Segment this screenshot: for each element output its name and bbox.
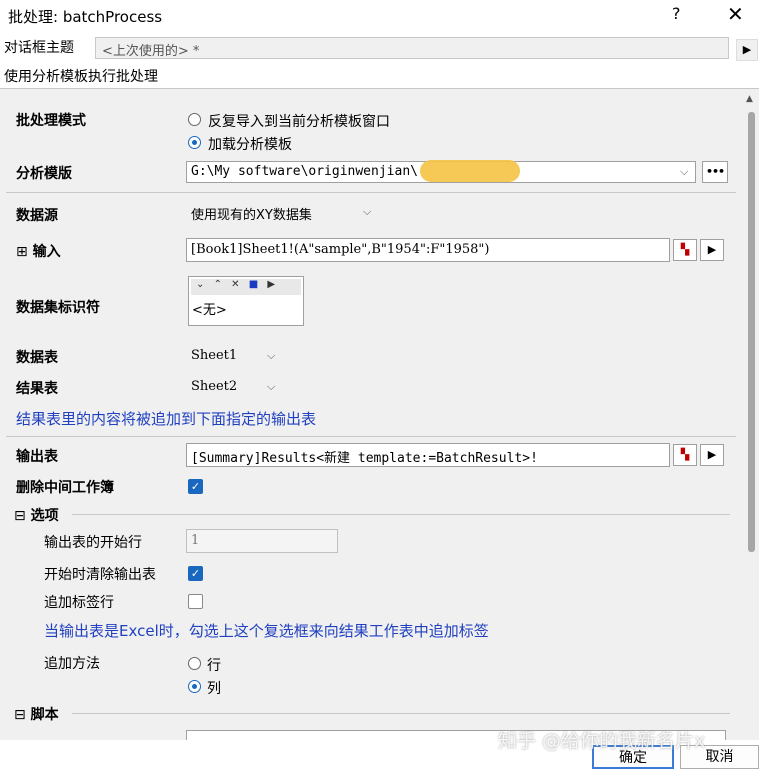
browse-button[interactable]: ••• [702,161,728,183]
script-section-header[interactable]: ⊟ 脚本 [14,704,59,724]
help-button[interactable]: ? [672,4,681,23]
divider [6,436,736,437]
move-up-icon[interactable]: ⌃ [214,279,222,290]
expand-icon[interactable]: ⊞ [16,244,28,260]
input-label-text: 输入 [32,244,61,260]
close-icon[interactable]: ✕ [727,2,744,26]
identifier-listbox[interactable]: ⌄ ⌃ ✕ ■ ▶ <无> [188,276,304,326]
watermark: 知乎 @给你的我新名片x [498,730,706,752]
theme-label: 对话框主题 [4,40,74,56]
input-label: ⊞ 输入 [16,241,61,261]
clear-output-checkbox[interactable]: ✓ [188,566,203,581]
append-label-row-checkbox[interactable] [188,594,203,609]
append-method-radio-column[interactable] [188,680,201,693]
append-method-row: 行 [207,658,221,674]
delete-books-label: 删除中间工作簿 [16,480,114,496]
options-label: 选项 [30,508,59,524]
resultsheet-value: Sheet2 [191,379,238,394]
output-sheet-field[interactable]: [Summary]Results<新建 template:=BatchResul… [186,443,670,467]
collapse-icon[interactable]: ⊟ [14,707,26,723]
datasheet-label: 数据表 [16,350,58,366]
move-down-icon[interactable]: ⌄ [196,279,204,290]
redaction-mark [420,160,520,182]
divider [6,192,736,193]
menu-arrow-icon[interactable]: ▶ [700,444,724,466]
input-range-field[interactable]: [Book1]Sheet1!(A"sample",B"1954":F"1958"… [186,238,670,262]
delete-icon[interactable]: ✕ [231,279,239,290]
scroll-up-icon[interactable]: ▲ [746,94,753,104]
template-path-text: G:\My software\originwenjian\ [191,164,418,179]
resultsheet-label: 结果表 [16,381,58,397]
template-label: 分析模版 [16,166,72,182]
mode-radio-load-template[interactable] [188,136,201,149]
append-label-row-label: 追加标签行 [44,595,114,611]
identifier-label: 数据集标识符 [16,300,100,316]
start-row-label: 输出表的开始行 [44,535,142,551]
scrollbar-thumb[interactable] [748,112,755,552]
datasource-value: 使用现有的XY数据集 [191,208,312,223]
datasource-label: 数据源 [16,208,58,224]
mode-option-reimport: 反复导入到当前分析模板窗口 [208,114,390,130]
window-title: 批处理: batchProcess [8,8,163,26]
datasheet-select[interactable]: Sheet1 ⌵ [186,345,284,367]
mode-radio-reimport[interactable] [188,113,201,126]
append-method-column: 列 [207,681,221,697]
excel-note: 当输出表是Excel时，勾选上这个复选框来向结果工作表中追加标签 [44,622,489,640]
append-method-radio-row[interactable] [188,657,201,670]
output-label: 输出表 [16,449,58,465]
options-section-header[interactable]: ⊟ 选项 [14,505,59,525]
datasheet-value: Sheet1 [191,348,238,363]
mode-label: 批处理模式 [16,113,86,129]
append-method-label: 追加方法 [44,656,100,672]
datasource-select[interactable]: 使用现有的XY数据集 ⌵ [186,201,380,223]
script-label: 脚本 [30,707,59,723]
start-row-input[interactable]: 1 [186,529,338,553]
identifier-toolbar: ⌄ ⌃ ✕ ■ ▶ [191,279,301,295]
divider [72,713,730,714]
chevron-down-icon: ⌵ [267,380,276,393]
clear-output-label: 开始时清除输出表 [44,567,156,583]
identifier-value: <无> [192,303,227,318]
chevron-down-icon: ⌵ [363,205,372,218]
divider [72,514,730,515]
select-range-icon[interactable]: ▚ [673,239,697,261]
resultsheet-select[interactable]: Sheet2 ⌵ [186,376,284,398]
select-sheet-icon[interactable]: ▚ [673,444,697,466]
chevron-down-icon[interactable]: ⌵ [680,165,688,179]
mode-option-load-template: 加载分析模板 [208,137,292,153]
dialog-description: 使用分析模板执行批处理 [4,69,158,85]
menu-arrow-icon[interactable]: ▶ [700,239,724,261]
add-icon[interactable]: ■ [249,279,258,290]
theme-select[interactable]: <上次使用的> * [95,37,729,59]
append-note: 结果表里的内容将被追加到下面指定的输出表 [16,410,317,428]
menu-arrow-icon[interactable]: ▶ [267,279,275,290]
chevron-down-icon: ⌵ [267,349,276,362]
collapse-icon[interactable]: ⊟ [14,508,26,524]
delete-books-checkbox[interactable]: ✓ [188,479,203,494]
theme-menu-arrow-icon[interactable]: ▶ [736,39,758,61]
